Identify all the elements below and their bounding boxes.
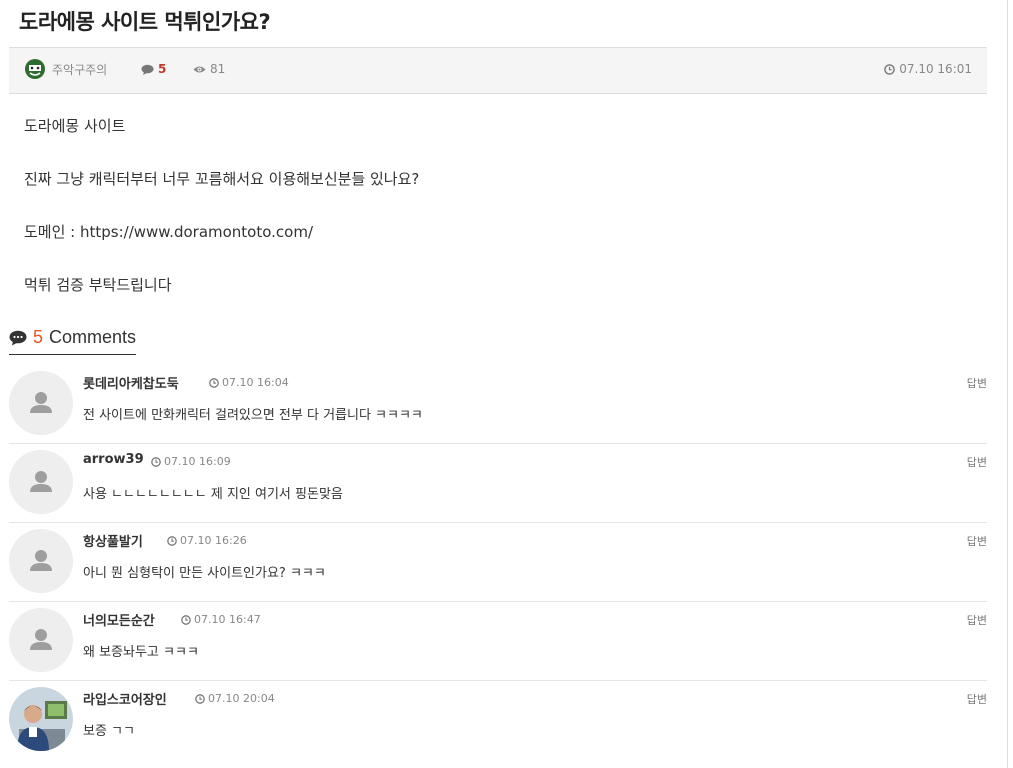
post-author[interactable]: 주악구주의	[24, 58, 107, 80]
reply-button[interactable]: 답변	[967, 612, 987, 628]
page-right-border	[1007, 0, 1008, 768]
user-silhouette-icon[interactable]	[9, 450, 73, 514]
comment-date: 07.10 16:04	[209, 376, 289, 389]
comments-heading-count: 5	[33, 327, 44, 347]
comment-text: 사용 ㄴㄴㄴㄴㄴㄴㄴㄴ 제 지인 여기서 핑돈맞음	[83, 487, 343, 502]
comment-item: arrow39 07.10 16:09 사용 ㄴㄴㄴㄴㄴㄴㄴㄴ 제 지인 여기서…	[9, 444, 987, 523]
comment-author[interactable]: 롯데리아케찹도둑	[83, 373, 179, 392]
comment-list: 롯데리아케찹도둑 07.10 16:04 전 사이트에 만화캐릭터 걸려있으면 …	[9, 365, 987, 759]
comment-item: 항상풀발기 07.10 16:26 아니 뭔 심형탁이 만든 사이트인가요? ㅋ…	[9, 523, 987, 602]
post-body-line: 먹튀 검증 부탁드립니다	[24, 276, 172, 294]
comment-date-value: 07.10 20:04	[208, 692, 275, 705]
comment-author[interactable]: arrow39	[83, 452, 144, 467]
comment-author[interactable]: 항상풀발기	[83, 531, 143, 550]
comment-date-value: 07.10 16:26	[180, 534, 247, 547]
smiley-avatar-icon	[25, 59, 45, 79]
comment-date: 07.10 16:09	[151, 455, 231, 468]
comment-date-value: 07.10 16:09	[164, 455, 231, 468]
post-author-name: 주악구주의	[52, 62, 108, 77]
comment-item: 롯데리아케찹도둑 07.10 16:04 전 사이트에 만화캐릭터 걸려있으면 …	[9, 365, 987, 444]
comment-text: 왜 보증놔두고 ㅋㅋㅋ	[83, 645, 199, 660]
post-body-line: 도메인 : https://www.doramontoto.com/	[24, 223, 314, 241]
clock-icon	[181, 614, 191, 625]
post-date-value: 07.10 16:01	[899, 62, 972, 76]
comment-author[interactable]: 너의모든순간	[83, 610, 155, 629]
post-title: 도라에몽 사이트 먹튀인가요?	[19, 10, 271, 34]
post-body: 도라에몽 사이트 진짜 그냥 캐릭터부터 너무 꼬름해서요 이용해보신분들 있나…	[24, 114, 419, 326]
comment-date-value: 07.10 16:47	[194, 613, 261, 626]
comment-text: 보증 ㄱㄱ	[83, 724, 135, 739]
post-body-line: 도라에몽 사이트	[24, 117, 126, 135]
post-meta-bar: 주악구주의 5 81 07.10 16:01	[9, 47, 987, 94]
user-silhouette-icon[interactable]	[9, 529, 73, 593]
post-date: 07.10 16:01	[884, 62, 972, 76]
comment-text: 전 사이트에 만화캐릭터 걸려있으면 전부 다 거릅니다 ㅋㅋㅋㅋ	[83, 408, 423, 423]
chat-bubble-icon	[141, 64, 154, 75]
reply-button[interactable]: 답변	[967, 691, 987, 707]
view-count-value: 81	[210, 62, 226, 76]
reply-button[interactable]: 답변	[967, 375, 987, 391]
comment-text: 아니 뭔 심형탁이 만든 사이트인가요? ㅋㅋㅋ	[83, 566, 326, 581]
clock-icon	[151, 456, 161, 467]
comment-count-value: 5	[158, 62, 167, 76]
user-silhouette-icon[interactable]	[9, 371, 73, 435]
reply-button[interactable]: 답변	[967, 533, 987, 549]
clock-icon	[195, 693, 205, 704]
comment-date-value: 07.10 16:04	[222, 376, 289, 389]
user-silhouette-icon[interactable]	[9, 608, 73, 672]
clock-icon	[209, 377, 219, 388]
comment-item: 라입스코어장인 07.10 20:04 보증 ㄱㄱ 답변	[9, 681, 987, 759]
post-body-line: 진짜 그냥 캐릭터부터 너무 꼬름해서요 이용해보신분들 있나요?	[24, 170, 420, 188]
post-view-count: 81	[193, 62, 225, 76]
user-photo[interactable]	[9, 687, 73, 751]
comment-date: 07.10 16:47	[181, 613, 261, 626]
clock-icon	[884, 63, 896, 75]
comments-heading: 5 Comments	[9, 327, 137, 355]
comment-date: 07.10 20:04	[195, 692, 275, 705]
chat-bubble-icon	[9, 330, 27, 345]
clock-icon	[167, 535, 177, 546]
post-comment-count: 5	[141, 62, 166, 76]
reply-button[interactable]: 답변	[967, 454, 987, 470]
comment-author[interactable]: 라입스코어장인	[83, 689, 167, 708]
comments-heading-label: Comments	[49, 327, 137, 347]
eye-icon	[193, 66, 206, 72]
comment-item: 너의모든순간 07.10 16:47 왜 보증놔두고 ㅋㅋㅋ 답변	[9, 602, 987, 681]
comment-date: 07.10 16:26	[167, 534, 247, 547]
